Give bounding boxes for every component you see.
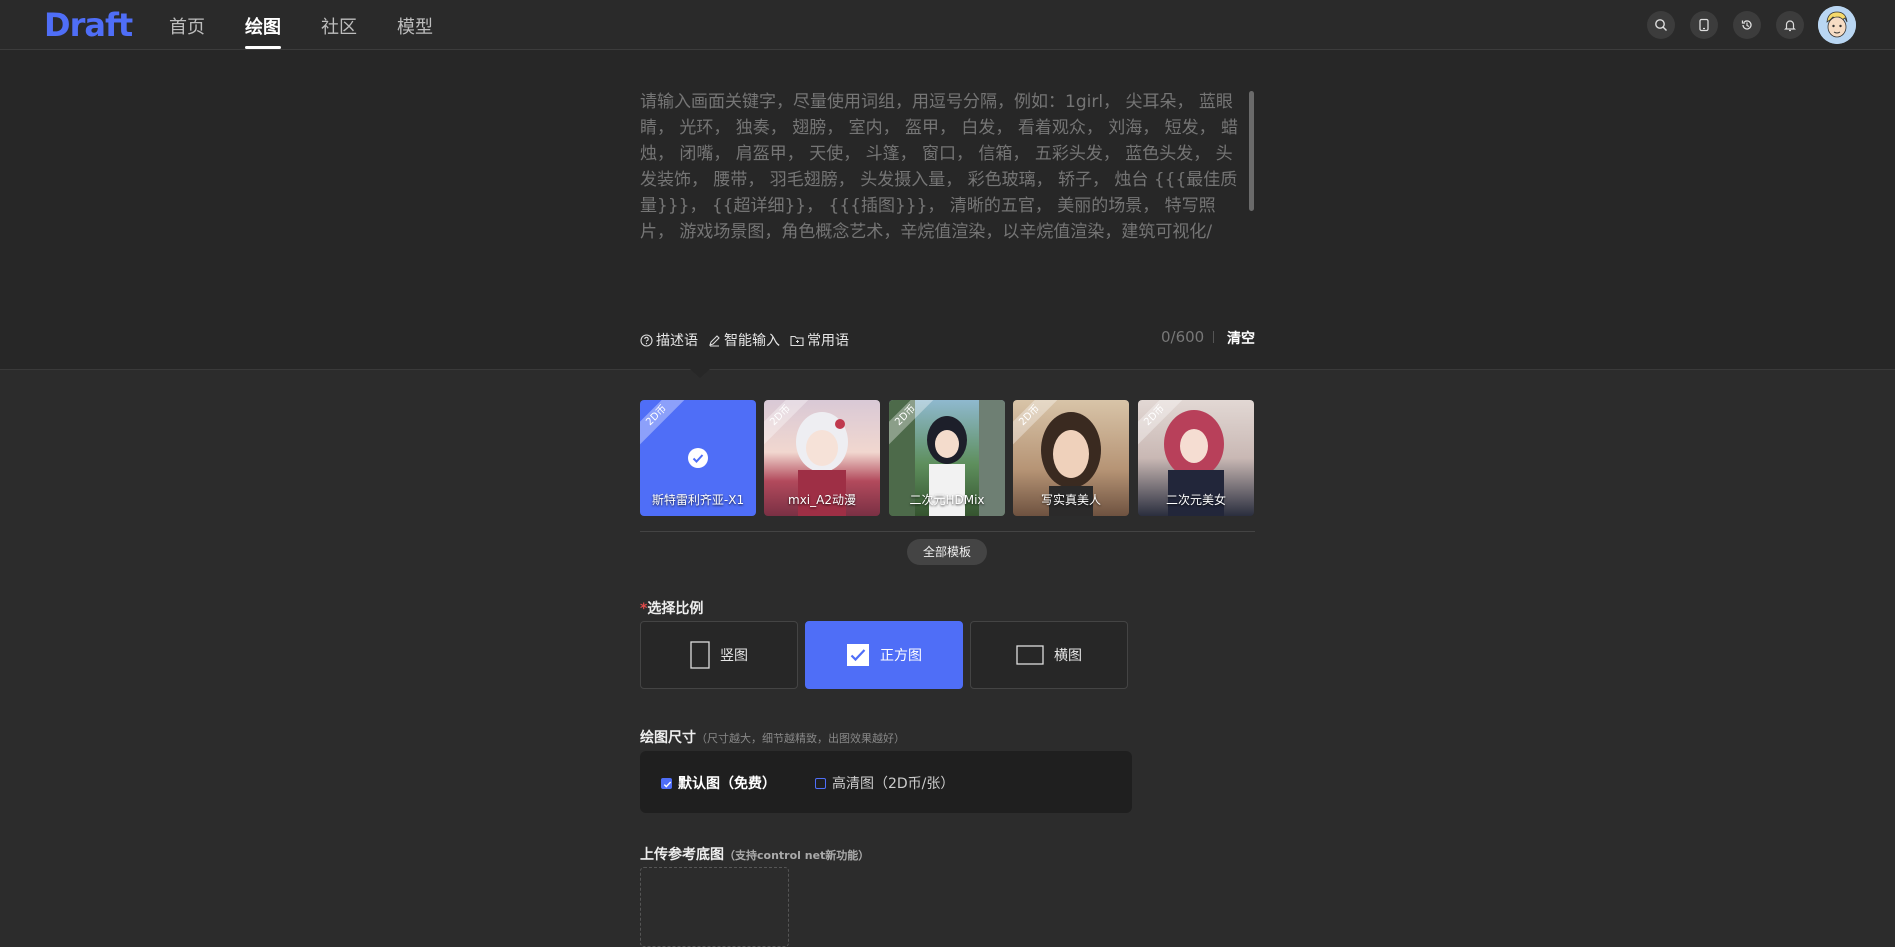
ratio-landscape-label: 横图 (1054, 648, 1082, 664)
history-icon[interactable] (1733, 11, 1761, 39)
folder-icon (790, 335, 804, 346)
landscape-ratio-icon (1016, 645, 1044, 665)
template-card[interactable]: 2D币 二次元HDMix (889, 400, 1005, 516)
upload-hint: （支持control net新功能） (724, 849, 870, 862)
ratio-label: 选择比例 (647, 601, 704, 617)
nav-draw[interactable]: 绘图 (245, 13, 281, 39)
prompt-input[interactable] (640, 89, 1245, 259)
prompt-scrollbar[interactable] (1249, 91, 1254, 211)
square-check-icon (847, 644, 869, 666)
all-templates-button[interactable]: 全部模板 (907, 539, 987, 565)
checkbox-checked[interactable] (661, 777, 672, 789)
ratio-heading: *选择比例 (640, 598, 703, 618)
clear-button[interactable]: 清空 (1227, 328, 1255, 348)
template-card[interactable]: 2D币 二次元美女 (1138, 400, 1254, 516)
describe-label: 描述语 (656, 333, 698, 349)
upload-label: 上传参考底图 (640, 847, 724, 863)
help-icon (640, 333, 653, 347)
size-hd-label: 高清图（2D币/张） (832, 776, 955, 792)
size-heading: 绘图尺寸（尺寸越大，细节越精致，出图效果越好） (640, 727, 905, 747)
tablet-icon[interactable] (1690, 11, 1718, 39)
search-icon[interactable] (1647, 11, 1675, 39)
ratio-square-button[interactable]: 正方图 (805, 621, 963, 689)
nav-community[interactable]: 社区 (321, 13, 357, 39)
ratio-portrait-button[interactable]: 竖图 (640, 621, 798, 689)
size-default-label: 默认图（免费） (678, 776, 776, 792)
common-phrases-label: 常用语 (807, 333, 849, 349)
char-counter: 0/600 (1161, 328, 1205, 346)
size-label: 绘图尺寸 (640, 730, 696, 746)
nav-models[interactable]: 模型 (397, 13, 433, 39)
size-hint: （尺寸越大，细节越精致，出图效果越好） (696, 732, 905, 745)
template-card[interactable]: 2D币 斯特雷利齐亚-X1 (640, 400, 756, 516)
pencil-icon (709, 334, 720, 346)
nav-home[interactable]: 首页 (169, 13, 205, 39)
template-card-label: 写实真美人 (1040, 493, 1101, 507)
smart-input-label: 智能输入 (724, 333, 780, 349)
smart-input-button[interactable]: 智能输入 (708, 330, 780, 350)
coin-badge: 2D币 (640, 400, 688, 447)
avatar[interactable] (1818, 6, 1856, 44)
top-nav: Draft 首页 绘图 社区 模型 (0, 0, 1895, 50)
templates-divider (640, 531, 1255, 532)
common-phrases-button[interactable]: 常用语 (790, 330, 849, 350)
size-hd-option[interactable]: 高清图（2D币/张） (815, 773, 954, 793)
template-card-label: 斯特雷利齐亚-X1 (651, 493, 745, 507)
upload-dropzone[interactable] (640, 867, 789, 947)
check-circle-icon (688, 448, 708, 468)
size-default-option[interactable]: 默认图（免费） (661, 773, 776, 793)
upload-heading: 上传参考底图（支持control net新功能） (640, 844, 869, 864)
counter-divider (1213, 331, 1214, 343)
template-card[interactable]: 2D币 mxi_A2动漫 (764, 400, 880, 516)
nav-active-indicator (245, 46, 281, 49)
describe-button[interactable]: 描述语 (640, 330, 698, 350)
portrait-ratio-icon (690, 641, 710, 669)
template-card[interactable]: 2D币 写实真美人 (1013, 400, 1129, 516)
ratio-portrait-label: 竖图 (720, 648, 748, 664)
template-card-label: 二次元美女 (1165, 493, 1226, 507)
bell-icon[interactable] (1776, 11, 1804, 39)
ratio-square-label: 正方图 (880, 648, 922, 664)
logo[interactable]: Draft (44, 6, 133, 44)
template-card-label: mxi_A2动漫 (788, 493, 856, 507)
checkbox-unchecked[interactable] (815, 777, 826, 789)
ratio-landscape-button[interactable]: 横图 (970, 621, 1128, 689)
prompt-pointer (690, 369, 710, 378)
template-card-label: 二次元HDMix (909, 493, 985, 507)
